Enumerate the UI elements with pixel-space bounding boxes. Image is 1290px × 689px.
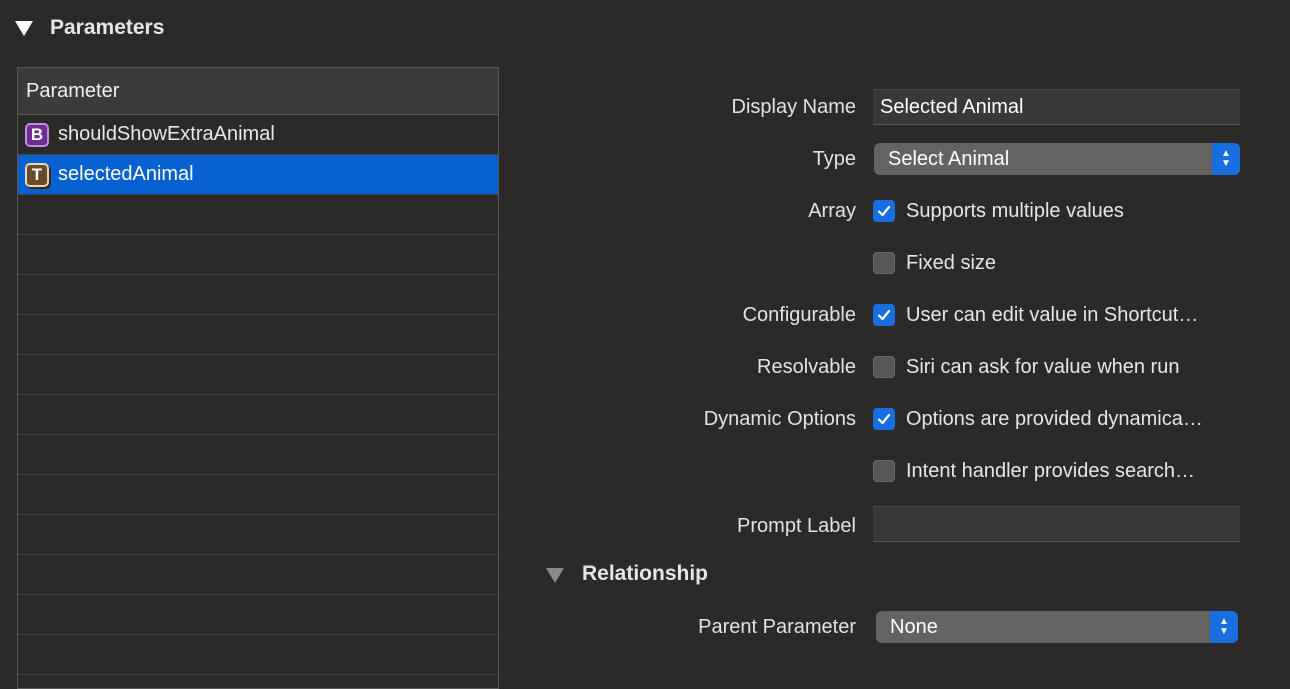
user-can-edit-checkbox[interactable] (873, 304, 895, 326)
prompt-label-label: Prompt Label (737, 515, 856, 537)
intent-handler-checkbox[interactable] (873, 460, 895, 482)
type-label: Type (812, 148, 856, 170)
siri-can-ask-label: Siri can ask for value when run (906, 356, 1180, 378)
table-row-empty (18, 315, 498, 355)
table-row-empty (18, 195, 498, 235)
disclosure-triangle-icon[interactable] (15, 21, 33, 36)
chevron-up-down-icon: ▲ ▼ (1212, 143, 1240, 175)
parent-parameter-label: Parent Parameter (698, 616, 856, 638)
intent-handler-label: Intent handler provides search… (906, 460, 1196, 482)
table-row-empty (18, 555, 498, 595)
table-row-empty (18, 435, 498, 475)
dynamic-options-label: Dynamic Options (703, 408, 856, 430)
supports-multiple-checkbox[interactable] (873, 200, 895, 222)
parent-parameter-value: None (890, 615, 938, 638)
table-header[interactable]: Parameter (18, 68, 498, 115)
parameter-name: selectedAnimal (58, 163, 194, 185)
parameter-table: Parameter B shouldShowExtraAnimal T sele… (17, 67, 499, 689)
table-row-empty (18, 475, 498, 515)
options-dynamic-checkbox[interactable] (873, 408, 895, 430)
table-row[interactable]: B shouldShowExtraAnimal (18, 115, 498, 155)
fixed-size-checkbox[interactable] (873, 252, 895, 274)
disclosure-triangle-icon[interactable] (546, 568, 564, 583)
configurable-label: Configurable (742, 304, 856, 326)
table-row-empty (18, 515, 498, 555)
checkmark-icon (877, 413, 891, 425)
options-dynamic-label: Options are provided dynamica… (906, 408, 1203, 430)
table-row-empty (18, 635, 498, 675)
section-title: Parameters (50, 16, 165, 39)
siri-can-ask-checkbox[interactable] (873, 356, 895, 378)
user-can-edit-label: User can edit value in Shortcut… (906, 304, 1199, 326)
table-row-empty (18, 275, 498, 315)
type-popup-button[interactable]: Select Animal ▲ ▼ (874, 143, 1240, 175)
table-row-empty (18, 595, 498, 635)
parent-parameter-popup-button[interactable]: None ▲ ▼ (876, 611, 1238, 643)
table-row-empty (18, 355, 498, 395)
type-icon: T (25, 162, 49, 187)
table-row[interactable]: T selectedAnimal (18, 155, 498, 195)
checkmark-icon (877, 309, 891, 321)
table-row-empty (18, 395, 498, 435)
supports-multiple-label: Supports multiple values (906, 200, 1124, 222)
chevron-up-down-icon: ▲ ▼ (1210, 611, 1238, 643)
table-row-empty (18, 235, 498, 275)
parameter-name: shouldShowExtraAnimal (58, 123, 275, 145)
prompt-label-field[interactable] (873, 506, 1240, 542)
type-popup-value: Select Animal (888, 147, 1010, 170)
resolvable-label: Resolvable (757, 356, 856, 378)
boolean-type-icon: B (25, 122, 49, 147)
relationship-title: Relationship (582, 562, 709, 585)
fixed-size-label: Fixed size (906, 252, 997, 274)
display-name-field[interactable]: Selected Animal (873, 89, 1240, 125)
array-label: Array (808, 200, 856, 222)
checkmark-icon (877, 205, 891, 217)
display-name-label: Display Name (731, 96, 856, 118)
